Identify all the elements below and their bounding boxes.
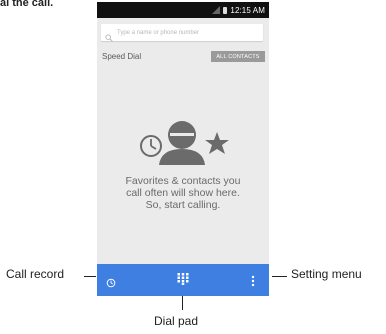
empty-state-message: Favorites & contacts you call often will… — [97, 175, 269, 211]
speed-dial-title: Speed Dial — [102, 52, 142, 61]
status-bar: 12:15 AM — [97, 2, 269, 18]
caption-text: al the call. — [0, 0, 54, 9]
callout-call-record: Call record — [6, 267, 65, 281]
dialpad-button[interactable] — [177, 272, 189, 285]
overflow-menu-icon — [251, 275, 255, 287]
bottom-action-bar — [97, 264, 269, 296]
clock-icon — [106, 278, 116, 288]
callout-dial-pad: Dial pad — [154, 314, 199, 328]
phone-screen: 12:15 AM Type a name or phone number Spe… — [97, 2, 269, 296]
star-icon — [205, 132, 229, 154]
all-contacts-button[interactable]: ALL CONTACTS — [211, 51, 265, 62]
signal-icon — [212, 6, 221, 14]
empty-state-line-2: call often will show here. — [126, 187, 240, 199]
search-input[interactable]: Type a name or phone number — [101, 24, 263, 42]
status-time: 12:15 AM — [230, 5, 265, 15]
callout-line-right — [272, 276, 287, 277]
battery-icon — [223, 6, 228, 14]
callout-line-left — [84, 276, 96, 277]
search-placeholder: Type a name or phone number — [117, 29, 200, 36]
clock-icon — [140, 135, 162, 157]
empty-state-line-3: So, start calling. — [145, 199, 221, 211]
callout-line-bottom — [182, 296, 183, 310]
call-history-button[interactable] — [106, 275, 116, 288]
person-icon — [159, 121, 205, 165]
search-icon — [105, 29, 113, 42]
empty-state-illustration — [137, 115, 237, 165]
callout-setting-menu: Setting menu — [291, 267, 362, 281]
dialpad-icon — [177, 273, 189, 285]
overflow-menu-button[interactable] — [251, 274, 255, 287]
empty-state-line-1: Favorites & contacts you — [125, 175, 241, 187]
